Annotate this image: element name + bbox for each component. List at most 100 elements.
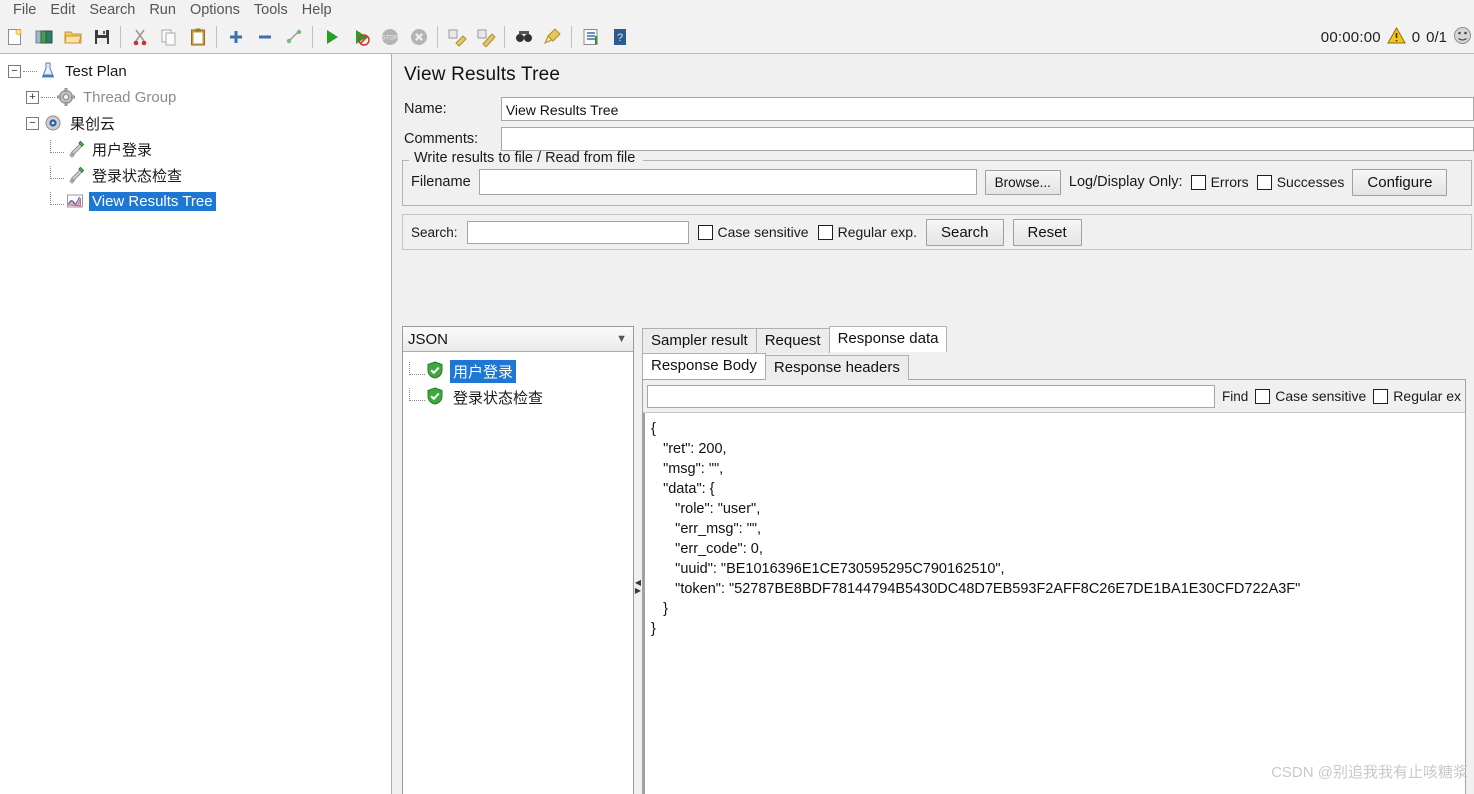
toolbar-separator	[504, 26, 505, 48]
render-format-combo[interactable]: JSON ▼	[403, 327, 633, 352]
toolbar: STOP ? 00:00:00 0 0/1	[0, 21, 1474, 54]
secondary-tabstrip: Response Body Response headers	[642, 353, 1466, 380]
tree-label-transaction-controller: 果创云	[70, 115, 116, 133]
successes-checkbox-wrap[interactable]: Successes	[1256, 174, 1344, 190]
tree-connector	[409, 387, 425, 401]
search-case-sensitive-wrap[interactable]: Case sensitive	[697, 224, 809, 240]
split-divider[interactable]: ◀ ▶	[634, 326, 642, 794]
errors-label: Errors	[1210, 174, 1249, 190]
tree-label-sampler-2: 登录状态检查	[92, 167, 183, 185]
menu-bar: File Edit Search Run Options Tools Help	[0, 0, 1474, 21]
find-case-sensitive-wrap[interactable]: Case sensitive	[1255, 388, 1366, 404]
copy-icon[interactable]	[155, 23, 183, 51]
expand-toggle-icon[interactable]: +	[26, 90, 39, 104]
search-case-sensitive-checkbox[interactable]	[697, 224, 713, 240]
search-regex-checkbox[interactable]	[817, 224, 833, 240]
tab-response-headers[interactable]: Response headers	[764, 355, 909, 380]
tree-node-thread-group[interactable]: + Thread Group	[4, 84, 390, 110]
start-icon[interactable]	[318, 23, 346, 51]
save-icon[interactable]	[88, 23, 116, 51]
browse-button[interactable]: Browse...	[984, 169, 1061, 195]
search-button[interactable]: Search	[925, 218, 1004, 246]
menu-tools[interactable]: Tools	[247, 0, 295, 21]
new-icon[interactable]	[1, 23, 29, 51]
response-body-text[interactable]: { "ret": 200, "msg": "", "data": { "role…	[643, 413, 1465, 794]
search-icon[interactable]	[510, 23, 538, 51]
chevron-down-icon[interactable]: ▼	[616, 333, 627, 345]
tree-node-view-results-tree[interactable]: View Results Tree	[4, 188, 390, 214]
comments-input[interactable]	[500, 127, 1474, 151]
tab-request[interactable]: Request	[755, 328, 830, 353]
name-input[interactable]: View Results Tree	[500, 97, 1474, 121]
results-tree[interactable]: 用户登录 登录状态检查	[403, 352, 633, 794]
help-icon[interactable]: ?	[606, 23, 634, 51]
find-regex-wrap[interactable]: Regular ex	[1373, 388, 1461, 404]
menu-options[interactable]: Options	[183, 0, 247, 21]
find-case-sensitive-checkbox[interactable]	[1255, 388, 1271, 404]
function-helper-icon[interactable]	[577, 23, 605, 51]
warning-icon[interactable]	[1386, 26, 1406, 48]
find-label[interactable]: Find	[1222, 389, 1248, 404]
templates-icon[interactable]	[30, 23, 58, 51]
collapse-toggle-icon[interactable]: −	[26, 116, 39, 130]
svg-text:?: ?	[617, 32, 623, 44]
collapse-toggle-icon[interactable]: −	[8, 64, 21, 78]
threads-gauge-icon	[1453, 26, 1472, 49]
open-icon[interactable]	[59, 23, 87, 51]
view-results-tree-panel: View Results Tree Name: View Results Tre…	[391, 54, 1474, 794]
paste-icon[interactable]	[184, 23, 212, 51]
search-case-sensitive-label: Case sensitive	[717, 224, 809, 240]
tab-sampler-result[interactable]: Sampler result	[642, 328, 757, 353]
search-reset-button[interactable]: Reset	[1012, 218, 1082, 246]
render-format-value: JSON	[408, 330, 449, 348]
warning-count: 0	[1411, 28, 1421, 46]
clear-all-icon[interactable]	[472, 23, 500, 51]
thread-group-icon	[56, 87, 76, 107]
tree-node-transaction-controller[interactable]: − 果创云	[4, 110, 390, 136]
toolbar-separator	[216, 26, 217, 48]
find-input[interactable]	[647, 384, 1215, 408]
tree-node-sampler-2[interactable]: 登录状态检查	[4, 162, 390, 188]
watermark: CSDN @别追我我有止咳糖浆	[1271, 764, 1468, 781]
successes-checkbox[interactable]	[1256, 174, 1272, 190]
collapse-all-icon[interactable]	[251, 23, 279, 51]
cut-icon[interactable]	[126, 23, 154, 51]
shutdown-icon[interactable]	[405, 23, 433, 51]
menu-help[interactable]: Help	[295, 0, 339, 21]
search-reset-icon[interactable]	[539, 23, 567, 51]
tree-connector	[50, 165, 64, 179]
test-plan-tree[interactable]: − Test Plan + Thread Group − 果创云 用户登录 登录…	[0, 54, 390, 794]
result-item-2[interactable]: 登录状态检查	[409, 384, 633, 410]
stop-icon[interactable]: STOP	[376, 23, 404, 51]
errors-checkbox-wrap[interactable]: Errors	[1190, 174, 1249, 190]
view-results-tree-icon	[65, 191, 85, 211]
name-row: Name: View Results Tree	[392, 94, 1474, 124]
tab-response-body[interactable]: Response Body	[642, 353, 766, 379]
toggle-icon[interactable]	[280, 23, 308, 51]
search-regex-label: Regular exp.	[837, 224, 917, 240]
response-body-content: Find Case sensitive Regular ex { "ret": …	[642, 379, 1466, 794]
search-regex-wrap[interactable]: Regular exp.	[817, 224, 917, 240]
start-no-pauses-icon[interactable]	[347, 23, 375, 51]
find-regex-checkbox[interactable]	[1373, 388, 1389, 404]
split-collapse-right-icon[interactable]: ▶	[635, 587, 641, 595]
menu-search[interactable]: Search	[82, 0, 142, 21]
result-item-1[interactable]: 用户登录	[409, 358, 633, 384]
menu-file[interactable]: File	[6, 0, 43, 21]
menu-run[interactable]: Run	[142, 0, 183, 21]
tree-node-test-plan[interactable]: − Test Plan	[4, 58, 390, 84]
filename-input[interactable]	[478, 169, 977, 195]
menu-edit[interactable]: Edit	[43, 0, 82, 21]
configure-button[interactable]: Configure	[1352, 168, 1448, 196]
success-shield-icon	[426, 361, 446, 381]
tree-connector	[50, 139, 64, 153]
search-input[interactable]	[466, 220, 689, 244]
tree-node-sampler-1[interactable]: 用户登录	[4, 136, 390, 162]
expand-all-icon[interactable]	[222, 23, 250, 51]
filename-row: Filename Browse... Log/Display Only: Err…	[403, 160, 1471, 204]
result-tabs-panel: Sampler result Request Response data Res…	[642, 326, 1466, 794]
find-bar: Find Case sensitive Regular ex	[643, 380, 1465, 413]
errors-checkbox[interactable]	[1190, 174, 1206, 190]
clear-icon[interactable]	[443, 23, 471, 51]
tab-response-data[interactable]: Response data	[828, 326, 948, 352]
